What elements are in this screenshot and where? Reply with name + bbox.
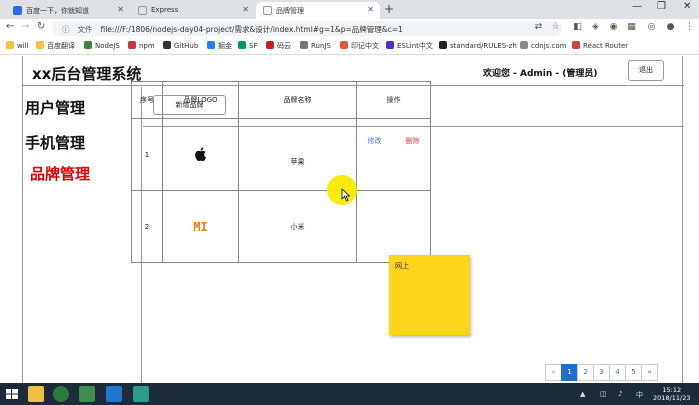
- page-button[interactable]: 4: [609, 364, 626, 381]
- sidebar: 用户管理 手机管理 品牌管理: [23, 87, 142, 383]
- operations-cell: 修改 删除: [356, 118, 431, 191]
- bookmark-item[interactable]: npm: [128, 41, 155, 50]
- vscode-icon[interactable]: [106, 386, 122, 402]
- bookmark-item[interactable]: SF: [238, 41, 257, 50]
- bookmark-item[interactable]: GitHub: [163, 41, 198, 50]
- os-taskbar: ▲ ◫ ♪ 中 15:12 2018/11/23: [0, 383, 699, 405]
- page-button[interactable]: 3: [593, 364, 610, 381]
- edit-link[interactable]: 修改: [368, 137, 382, 145]
- browser-tab-baidu[interactable]: 百度一下，你就知道 ✕: [6, 2, 130, 19]
- network-icon[interactable]: ◫: [600, 390, 607, 398]
- app-icon[interactable]: [79, 386, 95, 402]
- file-explorer-icon[interactable]: [28, 386, 44, 402]
- mouse-pointer-icon: [341, 188, 351, 202]
- bookmark-item[interactable]: 百度翻译: [36, 41, 75, 51]
- logo-cell: [162, 118, 239, 191]
- extension-icon[interactable]: ◉: [608, 22, 619, 33]
- browser-tab-brand[interactable]: 品牌管理 ✕: [256, 2, 380, 19]
- chrome-icon[interactable]: [53, 386, 69, 402]
- browser-tab-strip: 百度一下，你就知道 ✕ Express ✕ 品牌管理 ✕ + — ❐ ✕: [0, 0, 699, 19]
- sticky-note[interactable]: 网上: [389, 255, 470, 335]
- operations-cell: [356, 190, 431, 263]
- windows-start-icon[interactable]: [4, 386, 20, 402]
- sticky-note-text: 网上: [395, 262, 409, 270]
- app-icon[interactable]: [133, 386, 149, 402]
- bookmark-item[interactable]: React Router: [572, 41, 628, 50]
- page-button[interactable]: 2: [577, 364, 594, 381]
- bookmark-item[interactable]: ESLint中文: [386, 41, 433, 51]
- volume-icon[interactable]: ♪: [618, 390, 622, 398]
- minimize-icon[interactable]: —: [632, 1, 642, 12]
- info-icon: ⓘ: [62, 25, 70, 34]
- page-favicon-icon: [263, 6, 272, 15]
- extension-icon[interactable]: ◈: [590, 22, 601, 33]
- browser-tab-express[interactable]: Express ✕: [131, 2, 255, 19]
- row-index: 2: [131, 190, 163, 263]
- reload-icon[interactable]: ↻: [37, 21, 45, 32]
- new-tab-button[interactable]: +: [384, 2, 394, 16]
- mi-logo-icon: MI: [193, 219, 208, 234]
- bookmark-item[interactable]: standard/RULES-zh: [439, 41, 517, 50]
- brand-table: 序号 品牌LOGO 品牌名称 操作 1 苹果 修改 删除 2 MI 小米: [131, 81, 431, 263]
- close-icon[interactable]: ✕: [242, 5, 249, 14]
- sidebar-item-users[interactable]: 用户管理: [25, 97, 85, 118]
- logout-button[interactable]: 退出: [628, 60, 664, 81]
- bookmark-item[interactable]: 码云: [266, 41, 291, 51]
- bookmark-item[interactable]: RunJS: [300, 41, 331, 50]
- page-title: xx后台管理系统: [32, 65, 142, 83]
- extension-icon[interactable]: ▦: [626, 22, 637, 33]
- column-header: 操作: [356, 81, 431, 119]
- address-bar[interactable]: ⓘ 文件 file:///F:/1806/nodejs-day04-project/…: [52, 21, 562, 36]
- tab-label: 百度一下，你就知道: [26, 7, 89, 15]
- table-row: 1 苹果 修改 删除: [131, 118, 431, 191]
- next-page-button[interactable]: »: [641, 364, 658, 381]
- extension-icon[interactable]: ◎: [646, 22, 657, 33]
- prev-page-button[interactable]: «: [545, 364, 562, 381]
- pagination: « 1 2 3 4 5 »: [545, 364, 658, 381]
- taskbar-clock[interactable]: 15:12 2018/11/23: [653, 386, 690, 402]
- back-icon[interactable]: ←: [6, 21, 14, 32]
- translate-icon[interactable]: ⇄: [533, 22, 544, 33]
- forward-icon[interactable]: →: [21, 21, 29, 32]
- bookmark-item[interactable]: 掘金: [207, 41, 232, 51]
- table-header-row: 序号 品牌LOGO 品牌名称 操作: [131, 81, 431, 119]
- bookmarks-bar: will 百度翻译 NodeJS npm GitHub 掘金 SF 码云 Run…: [0, 38, 699, 55]
- welcome-text: 欢迎您 - Admin - (管理员): [483, 69, 598, 79]
- column-header: 品牌名称: [238, 81, 357, 119]
- avatar[interactable]: ●: [665, 22, 676, 33]
- bookmark-item[interactable]: will: [6, 41, 29, 50]
- clock-date: 2018/11/23: [653, 394, 691, 402]
- maximize-icon[interactable]: ❐: [657, 1, 666, 12]
- column-header: 序号: [131, 81, 163, 119]
- baidu-favicon-icon: [13, 6, 22, 15]
- page-button[interactable]: 5: [625, 364, 642, 381]
- delete-link[interactable]: 删除: [406, 137, 420, 145]
- close-icon[interactable]: ✕: [117, 5, 124, 14]
- column-header: 品牌LOGO: [162, 81, 239, 119]
- sidebar-item-phones[interactable]: 手机管理: [25, 132, 85, 153]
- address-scheme-label: 文件: [77, 25, 93, 34]
- ime-icon[interactable]: 中: [636, 390, 643, 400]
- sidebar-item-brands[interactable]: 品牌管理: [30, 163, 90, 184]
- bookmark-item[interactable]: NodeJS: [84, 41, 120, 50]
- menu-icon[interactable]: ⋮: [684, 22, 695, 33]
- page-favicon-icon: [138, 6, 147, 15]
- window-close-icon[interactable]: ✕: [683, 1, 691, 12]
- row-index: 1: [131, 118, 163, 191]
- bookmark-item[interactable]: 印记中文: [340, 41, 379, 51]
- close-icon[interactable]: ✕: [367, 5, 374, 14]
- extension-icon[interactable]: ◧: [572, 22, 583, 33]
- page-button[interactable]: 1: [561, 364, 578, 381]
- browser-toolbar: ← → ↻ ⓘ 文件 file:///F:/1806/nodejs-day04-pr…: [0, 19, 699, 38]
- bookmark-item[interactable]: cdnjs.com: [520, 41, 567, 50]
- tray-icon[interactable]: ▲: [580, 390, 585, 398]
- star-icon[interactable]: ☆: [550, 22, 561, 33]
- address-url: file:///F:/1806/nodejs-day04-project/需求&…: [100, 25, 403, 34]
- apple-logo-icon: [194, 146, 208, 164]
- tab-label: 品牌管理: [276, 7, 304, 15]
- clock-time: 15:12: [662, 386, 682, 394]
- tab-label: Express: [151, 6, 179, 14]
- table-row: 2 MI 小米: [131, 190, 431, 263]
- logo-cell: MI: [162, 190, 239, 263]
